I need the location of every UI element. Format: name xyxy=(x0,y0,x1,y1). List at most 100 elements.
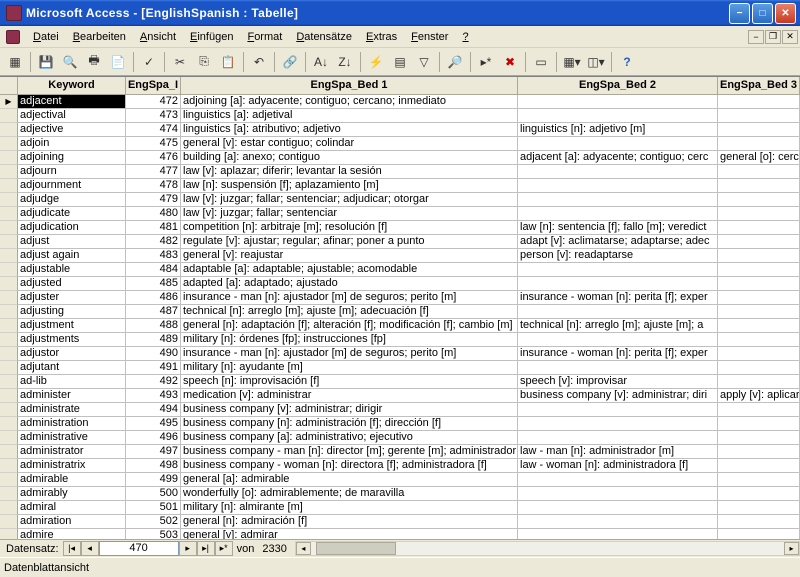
row-selector[interactable] xyxy=(0,361,18,375)
cell[interactable]: 494 xyxy=(126,403,181,417)
table-row[interactable]: adjuster486insurance - man [n]: ajustado… xyxy=(0,291,800,305)
table-row[interactable]: administrative496business company [a]: a… xyxy=(0,431,800,445)
cell[interactable]: medication [v]: administrar xyxy=(181,389,518,403)
table-row[interactable]: adjusted485adapted [a]: adaptado; ajusta… xyxy=(0,277,800,291)
cell[interactable]: insurance - man [n]: ajustador [m] de se… xyxy=(181,291,518,305)
cell[interactable] xyxy=(718,305,800,319)
cell[interactable]: 473 xyxy=(126,109,181,123)
row-selector[interactable] xyxy=(0,235,18,249)
table-row[interactable]: administrate494business company [v]: adm… xyxy=(0,403,800,417)
save-button[interactable]: 💾 xyxy=(35,51,57,73)
cell[interactable]: 490 xyxy=(126,347,181,361)
table-row[interactable]: adjustor490insurance - man [n]: ajustado… xyxy=(0,347,800,361)
cell[interactable]: adjournment xyxy=(18,179,126,193)
maximize-button[interactable]: □ xyxy=(752,3,773,24)
cell[interactable] xyxy=(718,249,800,263)
cell[interactable] xyxy=(518,529,718,539)
cell[interactable]: general [a]: admirable xyxy=(181,473,518,487)
cell[interactable]: administratrix xyxy=(18,459,126,473)
close-button[interactable]: ✕ xyxy=(775,3,796,24)
cell[interactable]: linguistics [n]: adjetivo [m] xyxy=(518,123,718,137)
cell[interactable]: admire xyxy=(18,529,126,539)
cell[interactable] xyxy=(718,123,800,137)
cell[interactable] xyxy=(718,207,800,221)
cell[interactable] xyxy=(718,445,800,459)
menu-?[interactable]: ? xyxy=(455,29,475,45)
col-header-bed3[interactable]: EngSpa_Bed 3 xyxy=(718,77,800,95)
col-header-bed2[interactable]: EngSpa_Bed 2 xyxy=(518,77,718,95)
cell[interactable]: adjoin xyxy=(18,137,126,151)
menu-datei[interactable]: Datei xyxy=(26,29,66,45)
cell[interactable] xyxy=(718,319,800,333)
cell[interactable] xyxy=(518,193,718,207)
cell[interactable]: adaptable [a]: adaptable; ajustable; aco… xyxy=(181,263,518,277)
horizontal-scrollbar[interactable]: ◂ ▸ xyxy=(295,541,800,556)
cell[interactable]: administer xyxy=(18,389,126,403)
print-button[interactable]: 🖶 xyxy=(83,51,105,73)
cell[interactable]: administrator xyxy=(18,445,126,459)
scroll-left-button[interactable]: ◂ xyxy=(296,542,311,555)
cell[interactable]: law - man [n]: administrador [m] xyxy=(518,445,718,459)
window-button[interactable]: ▭ xyxy=(530,51,552,73)
cell[interactable]: 480 xyxy=(126,207,181,221)
nav-position-field[interactable]: 470 xyxy=(99,541,179,556)
mdi-minimize-button[interactable]: − xyxy=(748,30,764,44)
table-row[interactable]: adjective474linguistics [a]: atributivo;… xyxy=(0,123,800,137)
cell[interactable] xyxy=(718,95,800,109)
table-row[interactable]: adjectival473linguistics [a]: adjetival xyxy=(0,109,800,123)
cell[interactable]: 498 xyxy=(126,459,181,473)
table-row[interactable]: admirable499general [a]: admirable xyxy=(0,473,800,487)
cell[interactable]: general [v]: estar contiguo; colindar xyxy=(181,137,518,151)
datasheet-body[interactable]: ▶adjacent472adjoining [a]: adyacente; co… xyxy=(0,95,800,539)
row-selector[interactable] xyxy=(0,221,18,235)
cell[interactable]: technical [n]: arreglo [m]; ajuste [m]; … xyxy=(518,319,718,333)
cell[interactable] xyxy=(718,333,800,347)
cell[interactable]: linguistics [a]: atributivo; adjetivo xyxy=(181,123,518,137)
cell[interactable] xyxy=(718,221,800,235)
nav-last-button[interactable]: ▸| xyxy=(197,541,215,556)
row-selector[interactable] xyxy=(0,109,18,123)
cell[interactable]: administrative xyxy=(18,431,126,445)
cell[interactable]: technical [n]: arreglo [m]; ajuste [m]; … xyxy=(181,305,518,319)
table-row[interactable]: adjutant491military [n]: ayudante [m] xyxy=(0,361,800,375)
cell[interactable] xyxy=(718,431,800,445)
cell[interactable]: adjective xyxy=(18,123,126,137)
cell[interactable] xyxy=(518,277,718,291)
cell[interactable]: law [n]: suspensión [f]; aplazamiento [m… xyxy=(181,179,518,193)
row-selector[interactable] xyxy=(0,207,18,221)
row-selector[interactable] xyxy=(0,137,18,151)
cell[interactable]: adapted [a]: adaptado; ajustado xyxy=(181,277,518,291)
cell[interactable] xyxy=(518,403,718,417)
cell[interactable]: 492 xyxy=(126,375,181,389)
cell[interactable] xyxy=(518,333,718,347)
delete-record-button[interactable]: ✖ xyxy=(499,51,521,73)
table-row[interactable]: adjustment488general [n]: adaptación [f]… xyxy=(0,319,800,333)
cell[interactable]: general [v]: reajustar xyxy=(181,249,518,263)
cell[interactable]: 488 xyxy=(126,319,181,333)
nav-prev-button[interactable]: ◂ xyxy=(81,541,99,556)
objects-button[interactable]: ◫▾ xyxy=(585,51,607,73)
table-row[interactable]: adjudicate480law [v]: juzgar; fallar; se… xyxy=(0,207,800,221)
col-header-bed1[interactable]: EngSpa_Bed 1 xyxy=(181,77,518,95)
minimize-button[interactable]: − xyxy=(729,3,750,24)
cell[interactable] xyxy=(718,403,800,417)
cell[interactable]: business company [v]: administrar; diri xyxy=(518,389,718,403)
cell[interactable]: adjusting xyxy=(18,305,126,319)
cell[interactable]: 501 xyxy=(126,501,181,515)
paste-button[interactable]: 📋 xyxy=(217,51,239,73)
row-selector[interactable] xyxy=(0,193,18,207)
cell[interactable]: 483 xyxy=(126,249,181,263)
cell[interactable]: law - woman [n]: administradora [f] xyxy=(518,459,718,473)
cell[interactable]: adjudicate xyxy=(18,207,126,221)
cell[interactable]: adjustment xyxy=(18,319,126,333)
row-selector[interactable] xyxy=(0,277,18,291)
cell[interactable] xyxy=(518,179,718,193)
table-row[interactable]: adjustable484adaptable [a]: adaptable; a… xyxy=(0,263,800,277)
cell[interactable]: general [n]: admiración [f] xyxy=(181,515,518,529)
cell[interactable]: business company [v]: administrar; dirig… xyxy=(181,403,518,417)
cell[interactable]: 479 xyxy=(126,193,181,207)
link-button[interactable]: 🔗 xyxy=(279,51,301,73)
cell[interactable]: building [a]: anexo; contiguo xyxy=(181,151,518,165)
cut-button[interactable]: ✂ xyxy=(169,51,191,73)
cell[interactable] xyxy=(718,529,800,539)
